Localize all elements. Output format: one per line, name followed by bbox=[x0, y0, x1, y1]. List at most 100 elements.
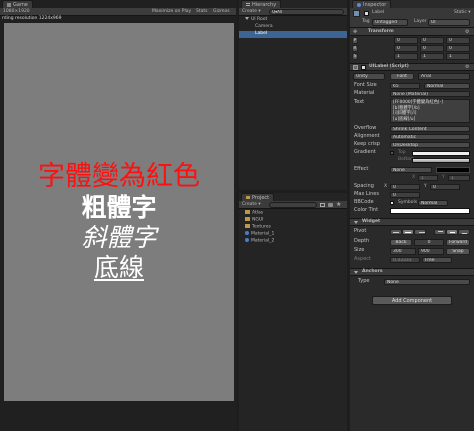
keep-crisp-dropdown[interactable]: OnDesktop bbox=[390, 142, 470, 148]
transform-reset-scale-button[interactable]: S bbox=[352, 53, 358, 60]
effect-color-swatch[interactable] bbox=[436, 167, 470, 173]
gradient-checkbox[interactable] bbox=[390, 151, 394, 155]
font-field[interactable]: Arial bbox=[418, 73, 470, 80]
size-height-field[interactable]: 900 bbox=[418, 248, 444, 255]
pivot-vertical-buttons bbox=[434, 229, 470, 235]
uilabel-enabled-checkbox[interactable] bbox=[361, 65, 366, 70]
project-search-input[interactable] bbox=[269, 202, 317, 208]
gradient-bottom-color[interactable] bbox=[412, 158, 470, 163]
pivot-left-button[interactable] bbox=[390, 229, 402, 235]
project-create-button[interactable]: Create ▾ bbox=[242, 202, 261, 208]
add-component-button[interactable]: Add Component bbox=[372, 296, 452, 305]
project-item-label: Material_2 bbox=[251, 238, 275, 244]
aspect-dropdown[interactable]: 1080×1920 bbox=[3, 9, 30, 15]
pivot-top-button[interactable] bbox=[434, 229, 446, 235]
project-item-ngui[interactable]: NGUI bbox=[245, 217, 263, 224]
anchor-type-dropdown[interactable]: None bbox=[384, 279, 470, 285]
bbcode-checkbox[interactable] bbox=[390, 201, 394, 205]
font-type-dropdown[interactable]: Unity bbox=[353, 73, 385, 80]
project-item-textures[interactable]: Textures bbox=[245, 224, 271, 231]
depth-back-button[interactable]: Back bbox=[390, 239, 412, 246]
transform-reset-position-button[interactable]: P bbox=[352, 37, 358, 44]
uilabel-title: UILabel (Script) bbox=[369, 64, 409, 69]
text-area[interactable]: [FF0000]字體變為紅色[-] [b]粗體字[/b] [i]斜體字[/i] … bbox=[390, 99, 470, 123]
pivot-bottom-button[interactable] bbox=[458, 229, 470, 235]
font-size-field[interactable]: 65 bbox=[390, 83, 420, 89]
uilabel-header[interactable]: UILabel (Script) ⚙ bbox=[350, 63, 474, 71]
spacing-x-field[interactable]: 0 bbox=[390, 184, 420, 190]
font-style-dropdown[interactable]: Normal bbox=[424, 83, 470, 89]
hierarchy-create-button[interactable]: Create ▾ bbox=[242, 9, 261, 15]
hierarchy-search-input[interactable]: Q▾All bbox=[269, 9, 344, 15]
component-settings-icon[interactable]: ⚙ bbox=[465, 29, 469, 35]
maximize-on-play-button[interactable]: Maximize on Play bbox=[152, 9, 191, 15]
component-settings-icon[interactable]: ⚙ bbox=[465, 64, 469, 70]
effect-y-field[interactable]: 1 bbox=[448, 175, 470, 181]
pivot-right-button[interactable] bbox=[414, 229, 426, 235]
font-button[interactable]: Font bbox=[390, 73, 414, 80]
depth-field[interactable]: 0 bbox=[414, 239, 444, 246]
pivot-center-button[interactable] bbox=[402, 229, 414, 235]
scale-x-field[interactable]: 1 bbox=[394, 53, 418, 60]
snap-button[interactable]: Snap bbox=[446, 248, 470, 255]
aspect-field[interactable]: 0.33333 bbox=[390, 257, 420, 263]
script-icon bbox=[353, 65, 358, 70]
symbols-dropdown[interactable]: Normal bbox=[418, 200, 448, 206]
gradient-top-color[interactable] bbox=[412, 151, 470, 156]
alignment-dropdown[interactable]: Automatic bbox=[390, 134, 470, 140]
position-y-field[interactable]: 0 bbox=[420, 37, 444, 44]
depth-forward-button[interactable]: Forward bbox=[446, 239, 470, 246]
hierarchy-item-ui-root[interactable]: UI Root bbox=[245, 17, 267, 23]
pivot-label: Pivot bbox=[354, 228, 367, 234]
rotation-x-field[interactable]: 0 bbox=[394, 45, 418, 52]
hierarchy-item-label-selected[interactable]: Label bbox=[239, 31, 347, 38]
anchors-header[interactable]: Anchors bbox=[350, 268, 474, 276]
spacing-y-field[interactable]: 0 bbox=[430, 184, 460, 190]
project-item-material-1[interactable]: Material_1 bbox=[245, 231, 274, 238]
max-lines-field[interactable]: 0 bbox=[390, 192, 420, 198]
filter-label-icon[interactable] bbox=[328, 203, 333, 207]
label-underline-wrap: 底線 bbox=[4, 252, 234, 284]
hierarchy-item-camera[interactable]: Camera bbox=[255, 24, 273, 30]
widget-header[interactable]: Widget bbox=[350, 218, 474, 226]
overflow-dropdown[interactable]: Shrink Content bbox=[390, 126, 470, 132]
position-z-field[interactable]: 0 bbox=[446, 37, 470, 44]
expand-arrow-icon[interactable] bbox=[245, 17, 249, 20]
scale-y-field[interactable]: 1 bbox=[420, 53, 444, 60]
position-x-field[interactable]: 0 bbox=[394, 37, 418, 44]
scale-z-field[interactable]: 1 bbox=[446, 53, 470, 60]
rotation-y-field[interactable]: 0 bbox=[420, 45, 444, 52]
folder-icon bbox=[245, 210, 250, 214]
tab-inspector[interactable]: Inspector bbox=[352, 0, 392, 8]
folder-icon bbox=[245, 224, 250, 228]
material-field[interactable]: None (Material) bbox=[390, 91, 470, 97]
effect-x-field[interactable]: 1 bbox=[418, 175, 438, 181]
project-item-atlas[interactable]: Atlas bbox=[245, 210, 263, 217]
effect-dropdown[interactable]: None bbox=[390, 167, 432, 173]
align-middle-icon bbox=[449, 232, 455, 233]
static-toggle[interactable]: Static ▾ bbox=[454, 10, 471, 16]
gizmos-button[interactable]: Gizmos bbox=[213, 9, 230, 15]
object-name-field[interactable]: Label bbox=[372, 10, 384, 16]
transform-reset-rotation-button[interactable]: R bbox=[352, 45, 358, 52]
hierarchy-toolbar: Create ▾ Q▾All bbox=[239, 8, 347, 16]
transform-header[interactable]: ✥ Transform ⚙ bbox=[350, 28, 474, 36]
tab-hierarchy[interactable]: Hierarchy bbox=[241, 0, 282, 8]
color-tint-swatch[interactable] bbox=[390, 208, 470, 214]
tag-dropdown[interactable]: Untagged bbox=[372, 19, 408, 26]
layer-dropdown[interactable]: UI bbox=[428, 19, 470, 26]
size-width-field[interactable]: 300 bbox=[390, 248, 416, 255]
favorite-star-icon[interactable]: ★ bbox=[336, 201, 341, 209]
expand-arrow-icon[interactable] bbox=[354, 221, 358, 224]
pivot-middle-button[interactable] bbox=[446, 229, 458, 235]
expand-arrow-icon[interactable] bbox=[354, 271, 358, 274]
project-item-material-2[interactable]: Material_2 bbox=[245, 238, 274, 245]
tab-game[interactable]: Game bbox=[2, 0, 33, 8]
stats-button[interactable]: Stats bbox=[196, 9, 208, 15]
tab-project[interactable]: Project bbox=[241, 193, 275, 201]
rotation-z-field[interactable]: 0 bbox=[446, 45, 470, 52]
align-bottom-icon bbox=[461, 233, 467, 234]
aspect-mode-dropdown[interactable]: Free bbox=[422, 257, 452, 263]
active-checkbox[interactable] bbox=[364, 11, 369, 16]
filter-type-icon[interactable] bbox=[320, 203, 325, 207]
